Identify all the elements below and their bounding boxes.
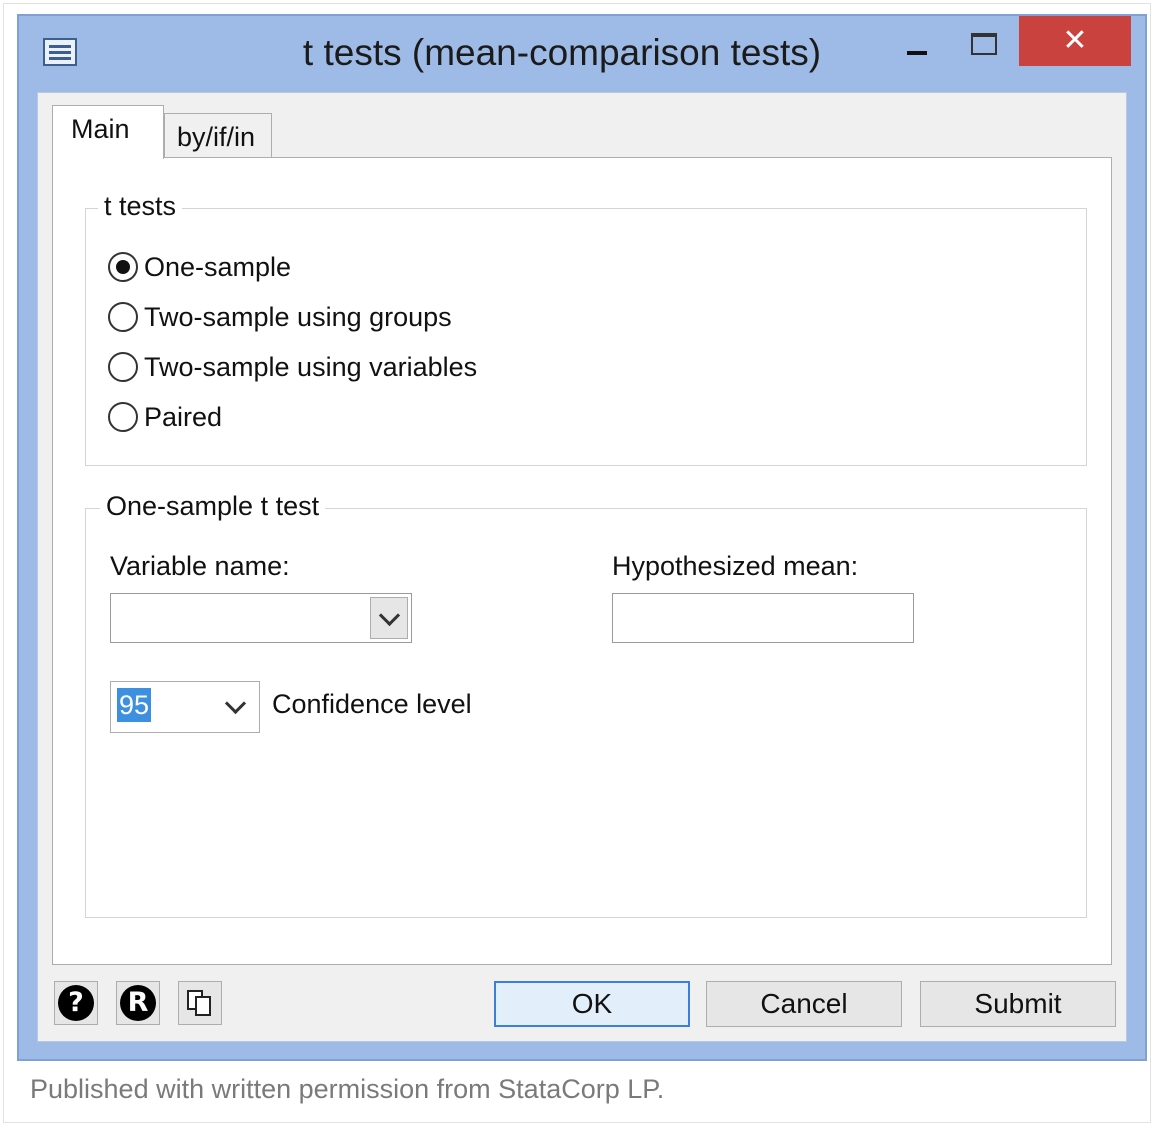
one-sample-legend: One-sample t test (100, 491, 326, 522)
chevron-down-icon[interactable] (224, 692, 247, 715)
main-tab-panel: t tests One-sample Two-sample using grou… (52, 157, 1112, 965)
confidence-level-combo[interactable]: 95 (110, 681, 260, 733)
help-button[interactable]: ? (54, 981, 98, 1025)
tab-main[interactable]: Main (52, 105, 164, 159)
close-button[interactable]: ✕ (1019, 16, 1131, 66)
radio-paired[interactable]: Paired (108, 399, 222, 435)
maximize-button[interactable] (969, 30, 999, 56)
variable-name-combo[interactable] (110, 593, 412, 643)
reset-icon: R (120, 985, 156, 1021)
copy-command-button[interactable] (178, 981, 222, 1025)
radio-indicator[interactable] (108, 252, 138, 282)
image-caption: Published with written permission from S… (30, 1074, 665, 1104)
radio-label: Two-sample using variables (144, 351, 478, 382)
radio-indicator[interactable] (108, 352, 138, 382)
dialog-footer: ? R OK Cancel Submit (38, 973, 1126, 1033)
title-bar[interactable]: t tests (mean-comparison tests) ✕ (19, 16, 1145, 94)
radio-label: One-sample (144, 251, 292, 282)
minimize-button[interactable] (905, 42, 933, 64)
radio-one-sample[interactable]: One-sample (108, 249, 291, 285)
tab-by-if-in[interactable]: by/if/in (164, 113, 272, 159)
ok-button[interactable]: OK (494, 981, 690, 1027)
submit-button[interactable]: Submit (920, 981, 1116, 1027)
radio-indicator[interactable] (108, 302, 138, 332)
radio-two-sample-variables[interactable]: Two-sample using variables (108, 349, 477, 385)
t-tests-group: t tests One-sample Two-sample using grou… (85, 191, 1087, 466)
variable-name-dropdown-button[interactable] (370, 597, 408, 639)
radio-two-sample-groups[interactable]: Two-sample using groups (108, 299, 452, 335)
copy-icon (185, 988, 215, 1018)
radio-label: Two-sample using groups (144, 301, 452, 332)
confidence-level-value[interactable]: 95 (117, 688, 152, 722)
one-sample-group: One-sample t test Variable name: Hypothe… (85, 491, 1087, 918)
dialog-window: t tests (mean-comparison tests) ✕ Main b… (17, 14, 1147, 1061)
radio-label: Paired (144, 401, 223, 432)
reset-button[interactable]: R (116, 981, 160, 1025)
confidence-level-label: Confidence level (272, 689, 472, 719)
dialog-client-area: Main by/if/in t tests One-sample Two-sam… (37, 92, 1127, 1042)
variable-name-label: Variable name: (110, 551, 290, 581)
hypothesized-mean-input[interactable] (612, 593, 914, 643)
help-icon: ? (58, 985, 94, 1021)
cancel-button[interactable]: Cancel (706, 981, 902, 1027)
hypothesized-mean-label: Hypothesized mean: (612, 551, 859, 581)
radio-indicator[interactable] (108, 402, 138, 432)
t-tests-legend: t tests (98, 191, 183, 222)
chevron-down-icon (378, 604, 400, 626)
